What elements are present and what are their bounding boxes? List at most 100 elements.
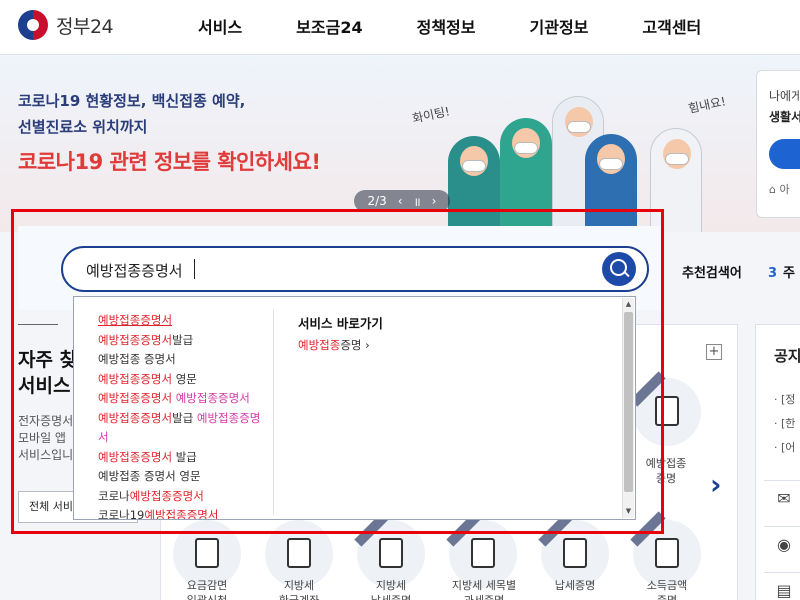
notice-title: 공지 <box>774 347 800 365</box>
service-shortcut-title: 서비스 바로가기 <box>298 316 383 331</box>
recommended-keywords-tab-label: 주 <box>783 266 796 281</box>
service-shortcut-link[interactable]: 예방접종증명 › <box>298 337 370 353</box>
taegeuk-logo-icon <box>18 10 48 40</box>
suggestion-text: 예방접종 증명서 영문 <box>98 469 201 483</box>
service-label: 요금감면일괄신청 <box>186 579 228 600</box>
suggestion-item[interactable]: 코로나19예방접종증명서 <box>98 506 270 520</box>
login-card-line-1: 나에게 <box>769 89 800 103</box>
pager-prev-icon[interactable]: ‹ <box>398 194 403 208</box>
service-label: 예방접종 증명 <box>645 457 687 485</box>
medical-staff-figure <box>650 128 702 232</box>
pager-next-icon[interactable]: › <box>432 194 437 208</box>
suggestion-text: 코로나 <box>98 488 130 503</box>
suggestion-text: 코로나19 <box>98 508 145 520</box>
nav-item-support[interactable]: 고객센터 <box>642 0 701 55</box>
nav-item-agency[interactable]: 기관정보 <box>530 0 589 55</box>
search-icon[interactable] <box>602 252 636 286</box>
scrollbar-thumb[interactable] <box>624 312 633 492</box>
suggestion-text: 예방접종증명서 <box>98 391 173 405</box>
banner-line-2: 선별진료소 위치까지 <box>18 118 148 136</box>
notice-item[interactable]: · [정 <box>774 391 795 407</box>
document-icon[interactable]: ▤ <box>764 572 800 600</box>
section-title: 자주 찾 서비스 <box>18 347 77 399</box>
suggestion-text: 예방접종증명서 <box>98 410 173 425</box>
suggestion-item[interactable]: 예방접종 증명서 영문 <box>98 467 270 487</box>
location-icon[interactable]: ◉ <box>764 526 800 562</box>
suggestion-item[interactable]: 예방접종 증명서 <box>98 350 270 370</box>
scroll-down-icon[interactable]: ▼ <box>624 507 633 515</box>
service-label: 소득금액증명 <box>646 579 688 600</box>
suggestion-text: 영문 <box>172 371 197 386</box>
lock-text: 아 <box>779 183 790 196</box>
suggestion-item[interactable]: 예방접종증명서 영문 <box>98 370 270 390</box>
suggestion-list: 예방접종증명서 예방접종증명서발급 예방접종 증명서 예방접종증명서 영문 예방접종증명… <box>98 311 270 520</box>
section-title-line-1: 자주 찾 <box>18 349 78 371</box>
suggestion-text: 예방접종증명서 <box>129 488 204 503</box>
suggestion-item[interactable]: 예방접종증명서 <box>98 311 270 331</box>
nav-item-services[interactable]: 서비스 <box>198 0 242 55</box>
medical-staff-figure <box>585 134 637 232</box>
banner-cheer-text: 힘내요! <box>687 94 728 116</box>
chat-icon[interactable]: ✉ <box>764 480 800 516</box>
text-caret <box>194 259 195 279</box>
suggestion-text: 예방접종증명서 <box>98 449 173 464</box>
banner-headline: 코로나19 관련 정보를 확인하세요! <box>18 150 321 174</box>
autocomplete-dropdown: 예방접종증명서 예방접종증명서발급 예방접종 증명서 예방접종증명서 영문 예방접종증명… <box>73 296 636 520</box>
next-slide-icon[interactable]: › <box>710 468 722 501</box>
lock-icon: ⌂ 아 <box>769 183 790 196</box>
login-card-line-2: 생활서 <box>769 110 800 124</box>
medical-staff-figure <box>500 118 552 232</box>
section-description: 전자증명서 모바일 앱 서비스입니 <box>18 413 77 464</box>
service-label: 지방세 세목별과세증명 <box>451 579 517 600</box>
suggestion-text: 예방접종증명서 <box>98 371 173 386</box>
suggestion-item[interactable]: 예방접종증명서 예방접종증명서 <box>98 389 270 409</box>
shortcut-rest: 증명 <box>340 338 362 352</box>
banner-line-1: 코로나19 현황정보, 백신접종 예약, <box>18 92 246 110</box>
suggestion-text: 발급 <box>172 332 194 347</box>
scroll-up-icon[interactable]: ▲ <box>624 300 633 308</box>
search-input[interactable] <box>86 258 566 282</box>
frequent-services-intro: 자주 찾 서비스 전자증명서 모바일 앱 서비스입니 <box>18 324 77 464</box>
section-title-line-2: 서비스 <box>18 375 71 397</box>
hero-banner[interactable]: 코로나19 현황정보, 백신접종 예약, 선별진료소 위치까지 코로나19 관련… <box>0 56 800 232</box>
suggestion-text: 발급 <box>172 449 197 464</box>
suggestion-item[interactable]: 예방접종증명서발급 <box>98 331 270 351</box>
nav-item-policy[interactable]: 정책정보 <box>417 0 476 55</box>
suggestion-item[interactable]: 예방접종증명서발급 예방접종증명서 <box>98 409 270 448</box>
recommended-keywords-number: 3 <box>768 266 778 281</box>
banner-pager: 2/3 ‹ ॥ › <box>354 190 450 212</box>
notice-item[interactable]: · [어 <box>774 439 795 455</box>
section-desc-line: 전자증명서 <box>18 414 74 428</box>
suggestion-text: 예방접종증명서 <box>172 391 250 405</box>
shortcut-highlight: 예방접종 <box>298 338 341 352</box>
recommended-keywords-label: 추천검색어 <box>682 266 742 281</box>
pager-pause-icon[interactable]: ॥ <box>414 193 421 210</box>
suggestion-item[interactable]: 예방접종증명서 발급 <box>98 448 270 468</box>
suggestion-text: 예방접종증명서 <box>98 332 173 347</box>
login-button[interactable] <box>769 139 800 169</box>
suggestion-text: 발급 <box>172 410 197 425</box>
banner-fighting-text: 화이팅! <box>411 104 452 126</box>
section-desc-line: 서비스입니 <box>18 448 74 462</box>
suggestion-item[interactable]: 코로나예방접종증명서 <box>98 487 270 507</box>
suggestion-text: 예방접종 증명서 <box>98 352 176 366</box>
recommended-keywords-tab[interactable]: 3주 <box>768 262 795 281</box>
chevron-right-icon: › <box>365 338 370 352</box>
dropdown-divider <box>273 309 274 515</box>
nav-item-subsidy[interactable]: 보조금24 <box>296 0 362 55</box>
main-nav: 서비스 보조금24 정책정보 기관정보 고객센터 <box>198 0 755 55</box>
service-label: 납세증명 <box>554 579 596 592</box>
gov24-logo[interactable]: 정부24 <box>18 10 114 40</box>
service-label: 지방세납세증명 <box>371 579 411 600</box>
suggestion-text: 예방접종증명서 <box>98 313 173 327</box>
medical-staff-figure <box>448 136 500 232</box>
logo-text: 정부24 <box>56 15 114 38</box>
suggestion-text: 예방접종증명서 <box>144 508 219 520</box>
add-icon[interactable]: + <box>706 344 722 360</box>
site-header: 정부24 서비스 보조금24 정책정보 기관정보 고객센터 <box>0 0 800 55</box>
service-label: 지방세환급계좌 <box>279 579 319 600</box>
notice-item[interactable]: · [한 <box>774 415 795 431</box>
section-divider <box>18 324 58 325</box>
section-desc-line: 모바일 앱 <box>18 431 66 445</box>
pager-count: 2/3 <box>367 194 387 208</box>
